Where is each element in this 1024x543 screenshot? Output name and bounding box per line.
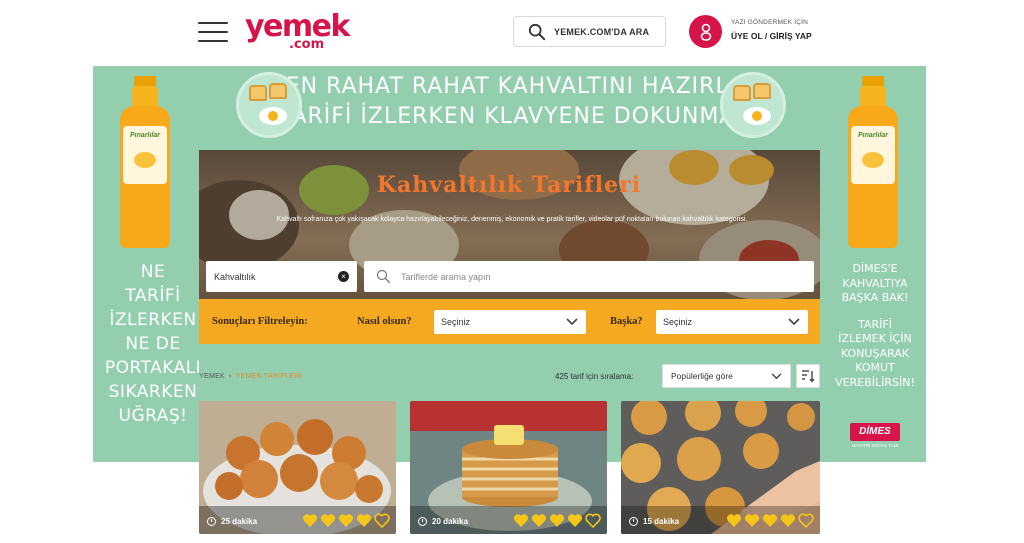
right-text-line: KAHVALTIYA: [842, 276, 908, 290]
heart-outline-icon: [798, 513, 814, 528]
card-duration: 15 dakika: [629, 517, 679, 526]
rating-hearts: [513, 513, 601, 528]
site-search-button[interactable]: YEMEK.COM'DA ARA: [513, 16, 666, 47]
heart-outline-icon: [374, 513, 390, 528]
site-logo[interactable]: yemek .com: [245, 10, 350, 54]
heart-icon: [531, 514, 547, 527]
heart-icon: [762, 514, 778, 527]
right-text-line: KOMUT VEREBİLİRSİN!: [835, 361, 915, 389]
right-text-line: İZLEMEK İÇİN: [838, 332, 912, 345]
breadcrumb-current[interactable]: YEMEK TARİFLERİ: [236, 373, 302, 380]
clock-icon: [629, 517, 638, 526]
filter-other-select[interactable]: Seçiniz: [656, 310, 808, 334]
right-text-line: DİMES'E: [852, 262, 898, 275]
user-account-button[interactable]: [689, 15, 722, 48]
logo-sub-text: .com: [289, 37, 325, 52]
heart-icon: [320, 514, 336, 527]
breadcrumb-home[interactable]: YEMEK: [199, 373, 225, 380]
user-icon: [700, 23, 711, 41]
heart-icon: [567, 514, 583, 527]
dimes-logo[interactable]: DİMES: [850, 423, 900, 441]
banner-right-text: DİMES'E KAHVALTIYA BAŞKA BAK! TARİFİ İZL…: [822, 262, 928, 390]
bottle-label-left: Pınarlılar: [130, 132, 160, 139]
card-duration: 20 dakika: [418, 517, 468, 526]
heart-icon: [744, 514, 760, 527]
heart-icon: [780, 514, 796, 527]
card-time-text: 25 dakika: [221, 517, 258, 526]
breakfast-plate-right-image: [720, 72, 786, 138]
result-count: 425 tarif için sıralama:: [555, 372, 634, 381]
heart-icon: [356, 514, 372, 527]
rating-hearts: [726, 513, 814, 528]
left-text-line: SIKARKEN: [108, 382, 198, 402]
sort-order-button[interactable]: [796, 364, 820, 388]
dimes-tagline: HAYATIN DOĞAL TADI: [851, 443, 899, 448]
bottle-label-right: Pınarlılar: [858, 132, 888, 139]
search-icon: [376, 269, 391, 284]
category-description: Kahvaltı sofranıza çok yakışacak kolayca…: [276, 216, 748, 223]
right-text-line: BAŞKA BAK!: [841, 291, 909, 304]
recipe-card[interactable]: 25 dakika: [199, 401, 396, 534]
filter-how-label: Nasıl olsun?: [357, 316, 412, 327]
recipe-search-box[interactable]: [364, 261, 814, 292]
sort-value: Popülerliğe göre: [671, 371, 733, 381]
heart-icon: [549, 514, 565, 527]
card-duration: 25 dakika: [207, 517, 257, 526]
left-text-line: TARİFİ: [125, 286, 181, 306]
left-text-line: PORTAKALI: [104, 358, 202, 378]
user-hint-text: YAZI GÖNDERMEK İÇİN: [731, 19, 808, 26]
filter-how-value: Seçiniz: [441, 317, 471, 327]
clear-category-icon[interactable]: ×: [338, 271, 349, 282]
rating-hearts: [302, 513, 390, 528]
left-text-line: NE DE: [125, 334, 181, 354]
filter-other-label: Başka?: [610, 316, 643, 327]
right-text-line: KONUŞARAK: [840, 346, 910, 360]
filter-how-select[interactable]: Seçiniz: [434, 310, 586, 334]
recipe-card[interactable]: 15 dakika: [621, 401, 820, 534]
card-time-text: 20 dakika: [432, 517, 469, 526]
juice-bottle-left-image: Pınarlılar: [120, 76, 170, 248]
clock-icon: [418, 517, 427, 526]
breakfast-plate-left-image: [236, 72, 302, 138]
menu-icon[interactable]: [198, 22, 228, 42]
category-selector[interactable]: Kahvaltılık ×: [206, 261, 357, 292]
breadcrumb: YEMEK › YEMEK TARİFLERİ: [199, 373, 302, 380]
filter-title: Sonuçları Filtreleyin:: [212, 316, 308, 327]
clock-icon: [207, 517, 216, 526]
juice-bottle-right-image: Pınarlılar: [848, 76, 898, 248]
chevron-down-icon: [771, 372, 782, 379]
sort-select[interactable]: Popülerliğe göre: [662, 364, 791, 388]
right-text-line: TARİFİ: [858, 317, 892, 331]
signup-login-link[interactable]: ÜYE OL / GİRİŞ YAP: [731, 31, 812, 41]
heart-icon: [338, 514, 354, 527]
recipe-search-input[interactable]: [401, 271, 781, 282]
chevron-down-icon: [788, 318, 800, 326]
page-title: Kahvaltılık Tarifleri: [376, 172, 642, 198]
heart-icon: [302, 514, 318, 527]
filter-other-value: Seçiniz: [663, 317, 693, 327]
left-text-line: UĞRAŞ!: [118, 406, 188, 426]
left-text-line: İZLERKEN: [109, 310, 197, 330]
heart-outline-icon: [585, 513, 601, 528]
left-text-line: NE: [140, 262, 166, 282]
breadcrumb-separator-icon: ›: [229, 373, 232, 380]
banner-left-text: NE TARİFİ İZLERKEN NE DE PORTAKALI SIKAR…: [103, 260, 203, 428]
recipe-card[interactable]: 20 dakika: [410, 401, 607, 534]
card-time-text: 15 dakika: [643, 517, 680, 526]
search-icon: [528, 23, 546, 40]
heart-icon: [513, 514, 529, 527]
chevron-down-icon: [566, 318, 578, 326]
site-search-label: YEMEK.COM'DA ARA: [554, 26, 650, 37]
sort-order-icon: [802, 370, 815, 383]
category-value: Kahvaltılık: [214, 271, 256, 282]
heart-icon: [726, 514, 742, 527]
